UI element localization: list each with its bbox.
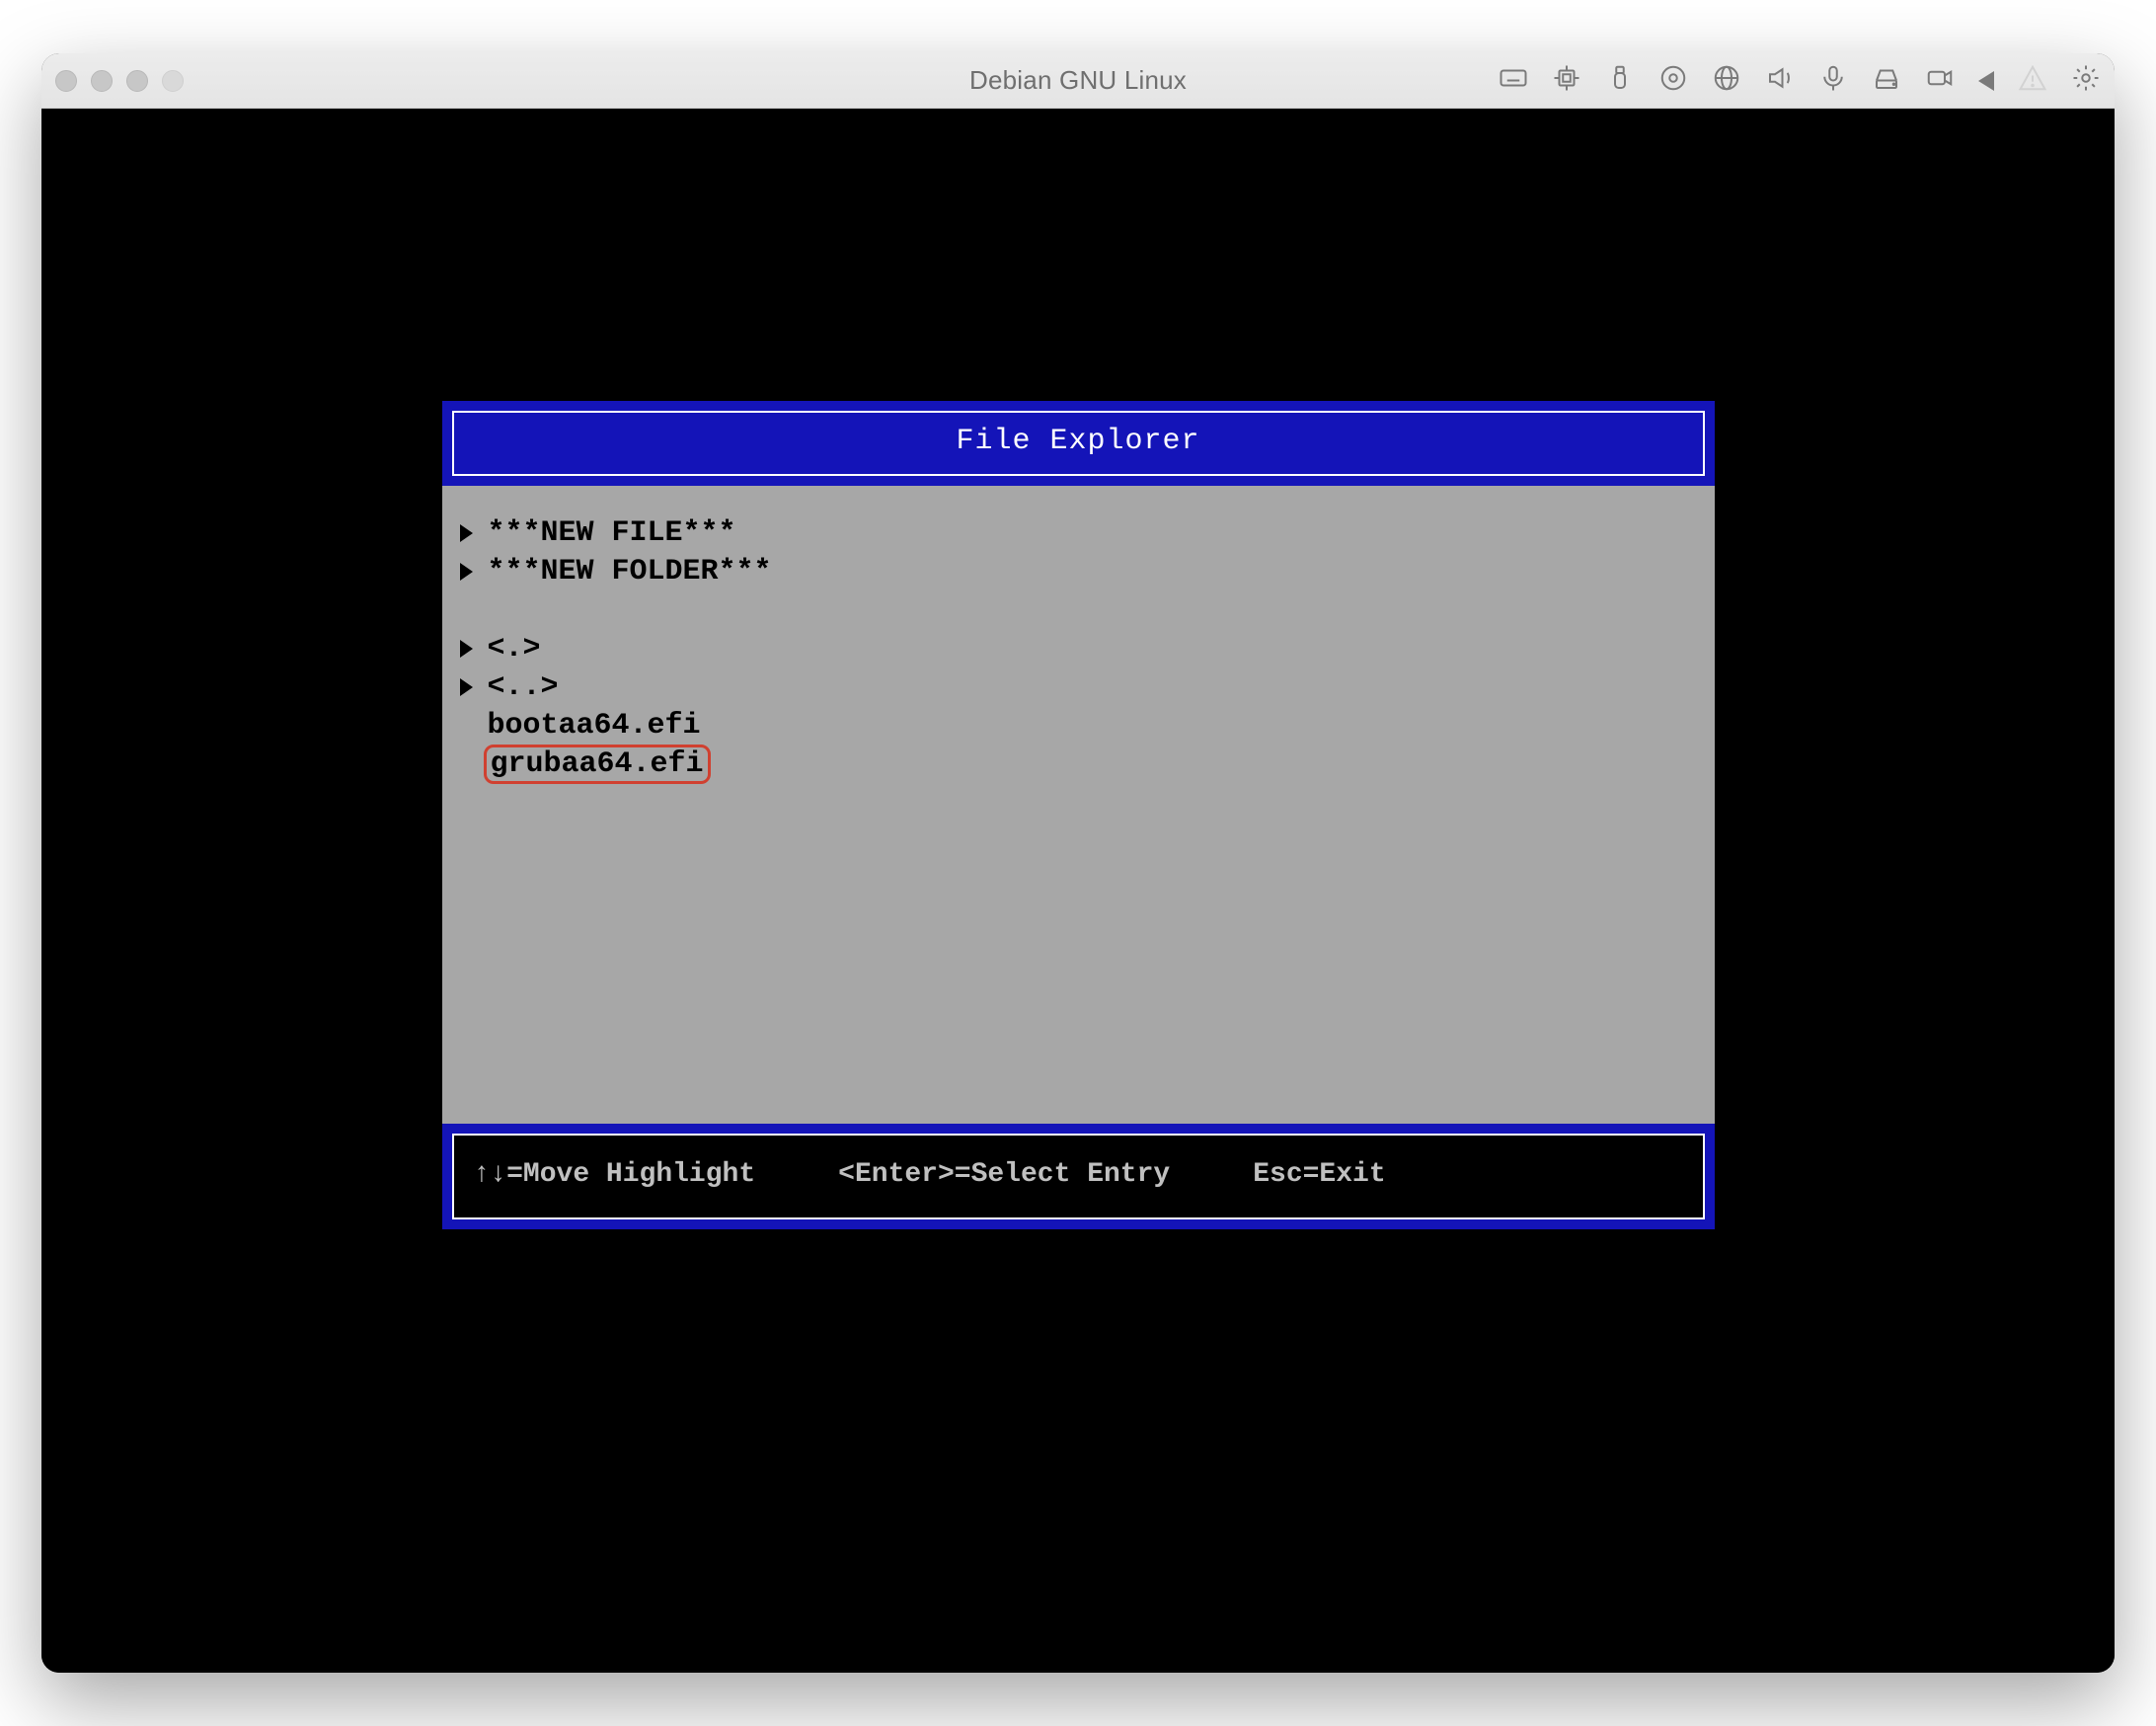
hint-move: ↑↓=Move Highlight <box>474 1159 756 1190</box>
chevron-right-icon <box>460 640 488 658</box>
bios-title: File Explorer <box>452 411 1705 476</box>
toolbar-icons <box>1499 63 2101 98</box>
bios-footer: ↑↓=Move Highlight <Enter>=Select Entry E… <box>442 1124 1715 1229</box>
bios-entry-bootaa64[interactable]: bootaa64.efi <box>446 706 1711 745</box>
bios-entry-new-file[interactable]: ***NEW FILE*** <box>446 513 1711 552</box>
bios-entry-new-folder[interactable]: ***NEW FOLDER*** <box>446 552 1711 590</box>
disc-icon[interactable] <box>1658 63 1688 98</box>
hint-esc: Esc=Exit <box>1253 1159 1385 1190</box>
chevron-right-icon <box>460 678 488 696</box>
chevron-right-icon <box>460 524 488 542</box>
bios-spacer <box>446 590 1711 629</box>
keyboard-icon[interactable] <box>1499 63 1528 98</box>
window-titlebar: Debian GNU Linux <box>41 53 2115 109</box>
sound-icon[interactable] <box>1765 63 1795 98</box>
zoom-window-button[interactable] <box>126 70 148 92</box>
bios-body: ***NEW FILE*** ***NEW FOLDER*** <.> <..>… <box>442 486 1715 1124</box>
network-icon[interactable] <box>1712 63 1741 98</box>
close-window-button[interactable] <box>55 70 77 92</box>
bios-entry-grubaa64[interactable]: grubaa64.efi <box>446 745 1711 783</box>
cpu-icon[interactable] <box>1552 63 1581 98</box>
mic-icon[interactable] <box>1818 63 1848 98</box>
vm-screen[interactable]: File Explorer ***NEW FILE*** ***NEW FOLD… <box>41 109 2115 1673</box>
usb-icon[interactable] <box>1605 63 1635 98</box>
bios-titlebar: File Explorer <box>442 401 1715 486</box>
hint-enter: <Enter>=Select Entry <box>838 1159 1170 1190</box>
bios-file-explorer: File Explorer ***NEW FILE*** ***NEW FOLD… <box>442 401 1715 1229</box>
warning-icon <box>2018 63 2047 98</box>
drive-icon[interactable] <box>1872 63 1901 98</box>
window-extra-dot <box>162 70 184 92</box>
minimize-window-button[interactable] <box>91 70 113 92</box>
bios-footer-hints: ↑↓=Move Highlight <Enter>=Select Entry E… <box>452 1134 1705 1219</box>
traffic-lights <box>55 70 184 92</box>
vm-window: Debian GNU Linux File Explorer ***NEW FI… <box>41 53 2115 1673</box>
chevron-right-icon <box>460 563 488 581</box>
camera-icon[interactable] <box>1925 63 1955 98</box>
bios-entry-dotdot[interactable]: <..> <box>446 667 1711 706</box>
bios-entry-dot[interactable]: <.> <box>446 629 1711 667</box>
gear-icon[interactable] <box>2071 63 2101 98</box>
back-icon[interactable] <box>1978 71 1994 91</box>
window-title: Debian GNU Linux <box>969 65 1187 96</box>
